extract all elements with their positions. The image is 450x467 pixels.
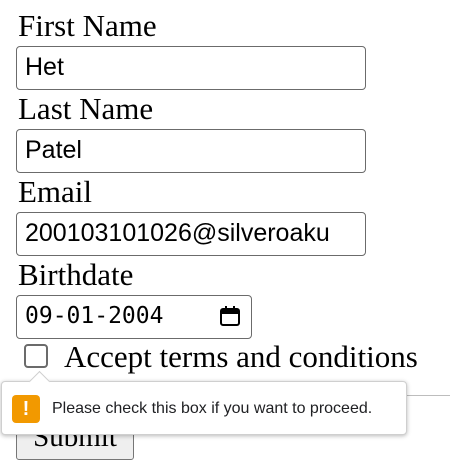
terms-checkbox[interactable] <box>24 344 48 368</box>
divider <box>404 395 450 396</box>
terms-label[interactable]: Accept terms and conditions <box>64 339 418 375</box>
validation-message: Please check this box if you want to pro… <box>52 400 373 417</box>
birthdate-label: Birthdate <box>18 257 134 292</box>
last-name-input[interactable]: Patel <box>16 129 366 173</box>
tooltip-arrow <box>28 370 51 393</box>
first-name-input[interactable]: Het <box>16 46 366 90</box>
birthdate-value: 09-01-2004 <box>25 303 164 329</box>
calendar-icon[interactable] <box>219 305 241 327</box>
warning-icon: ! <box>12 395 40 423</box>
email-label: Email <box>18 174 93 209</box>
birthdate-input[interactable]: 09-01-2004 <box>16 295 252 339</box>
last-name-label: Last Name <box>18 91 154 126</box>
email-input[interactable]: 200103101026@silveroaku <box>16 212 366 256</box>
validation-tooltip: ! Please check this box if you want to p… <box>1 370 407 435</box>
first-name-label: First Name <box>18 8 157 43</box>
